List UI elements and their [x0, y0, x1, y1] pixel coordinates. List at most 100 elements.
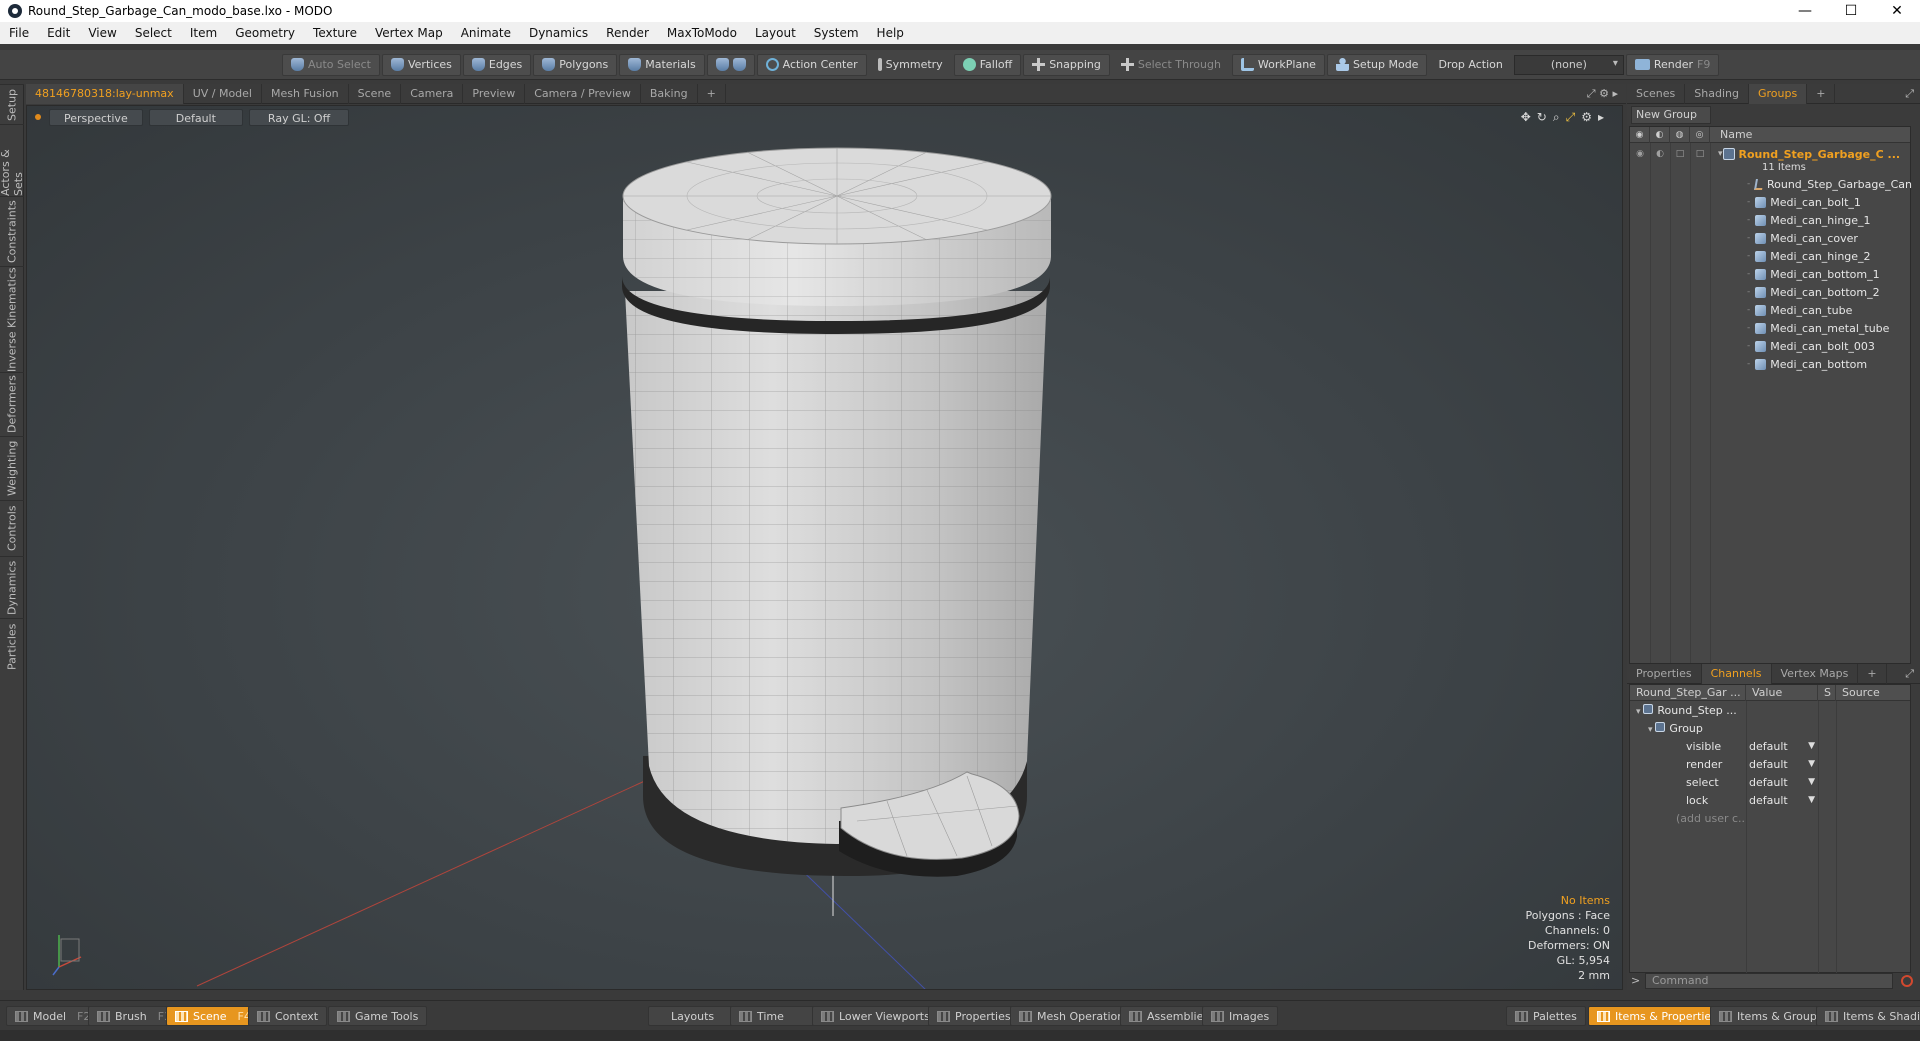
falloff-button[interactable]: Falloff — [953, 53, 1022, 76]
lower-viewports-button[interactable]: Lower Viewports — [812, 1006, 939, 1026]
collapse-icon[interactable]: ▾ — [1636, 707, 1643, 717]
tab-scene[interactable]: Scene — [349, 83, 402, 104]
materials-button[interactable]: Materials — [619, 53, 705, 76]
menu-vertex-map[interactable]: Vertex Map — [366, 22, 452, 44]
tab-dynamics[interactable]: Dynamics — [0, 556, 24, 618]
maximize-button[interactable]: ☐ — [1828, 0, 1874, 22]
tab-baking[interactable]: Baking — [641, 83, 698, 104]
list-item[interactable]: - Medi_can_hinge_1 — [1630, 211, 1912, 229]
action-center-button[interactable]: Action Center — [756, 53, 867, 76]
view-menu-icon[interactable]: ▸ — [1598, 110, 1604, 125]
tab-particles[interactable]: Particles — [0, 618, 24, 674]
tab-preview[interactable]: Preview — [463, 83, 526, 104]
tab-actors-sets[interactable]: Actors & Sets — [0, 124, 25, 196]
symmetry-button[interactable]: Symmetry — [869, 54, 952, 76]
auto-select-button[interactable]: Auto Select — [282, 53, 380, 76]
tab-inverse-kinematics[interactable]: Inverse Kinematics — [0, 266, 24, 372]
snapping-button[interactable]: Snapping — [1023, 53, 1110, 76]
channel-value-dropdown[interactable]: default ▼ — [1746, 776, 1818, 789]
tab-layout-unmax[interactable]: 48146780318:lay-unmax — [26, 83, 184, 104]
layout-model-button[interactable]: Model F2 — [6, 1006, 100, 1026]
tab-groups[interactable]: Groups — [1748, 83, 1808, 104]
channel-root-row[interactable]: ▾ Round_Step ... — [1630, 701, 1910, 719]
layout-scene-button[interactable]: Scene F4 — [166, 1006, 260, 1026]
close-button[interactable]: ✕ — [1874, 0, 1920, 22]
raygl-toggle[interactable]: Ray GL: Off — [248, 108, 350, 126]
viewport-settings-icon[interactable]: ⚙ — [1599, 87, 1609, 100]
new-group-button[interactable]: New Group — [1631, 106, 1711, 124]
render-column-icon[interactable]: ◐ — [1650, 126, 1670, 143]
menu-help[interactable]: Help — [868, 22, 913, 44]
layout-context-button[interactable]: Context — [248, 1006, 328, 1026]
render-button[interactable]: Render F9 — [1625, 53, 1720, 76]
layouts-menu-button[interactable]: Layouts — [648, 1006, 738, 1026]
properties-button[interactable]: Properties — [928, 1006, 1020, 1026]
menu-geometry[interactable]: Geometry — [226, 22, 304, 44]
list-item[interactable]: - Medi_can_bottom — [1630, 355, 1912, 373]
list-item[interactable]: - Round_Step_Garbage_Can — [1630, 175, 1912, 193]
channel-row-lock[interactable]: lock default ▼ — [1630, 791, 1910, 809]
collapse-icon[interactable]: ▾ — [1648, 725, 1655, 735]
tab-scenes[interactable]: Scenes — [1627, 83, 1686, 104]
tab-vertex-maps[interactable]: Vertex Maps — [1772, 663, 1859, 684]
channel-row-render[interactable]: render default ▼ — [1630, 755, 1910, 773]
items-groups-button[interactable]: Items & Groups — [1710, 1006, 1832, 1026]
menu-render[interactable]: Render — [597, 22, 658, 44]
expand-panel-icon[interactable]: ⤢ — [1905, 87, 1914, 101]
items-properties-button[interactable]: Items & Properties — [1588, 1006, 1726, 1026]
viewport-menu-icon[interactable]: ▸ — [1612, 87, 1618, 100]
menu-maxtomodo[interactable]: MaxToModo — [658, 22, 746, 44]
tab-controls[interactable]: Controls — [0, 500, 24, 556]
tab-constraints[interactable]: Constraints — [0, 196, 24, 266]
list-item[interactable]: - Medi_can_metal_tube — [1630, 319, 1912, 337]
selection-mode-buttons[interactable] — [706, 53, 755, 76]
view-settings-icon[interactable]: ⚙ — [1581, 110, 1592, 125]
minimize-button[interactable]: — — [1782, 0, 1828, 22]
fit-icon[interactable]: ⤢ — [1566, 110, 1576, 125]
zoom-icon[interactable]: ⌕ — [1553, 110, 1560, 125]
tab-deformers[interactable]: Deformers — [0, 372, 24, 436]
setup-mode-button[interactable]: Setup Mode — [1326, 53, 1428, 76]
lock-toggle-icon[interactable]: □ — [1670, 149, 1690, 159]
tab-shading[interactable]: Shading — [1685, 83, 1749, 104]
menu-system[interactable]: System — [805, 22, 868, 44]
add-group-tab[interactable]: + — [1807, 83, 1836, 104]
pan-icon[interactable]: ✥ — [1521, 110, 1531, 125]
menu-select[interactable]: Select — [126, 22, 181, 44]
images-button[interactable]: Images — [1202, 1006, 1279, 1026]
list-item[interactable]: - Medi_can_cover — [1630, 229, 1912, 247]
channel-row-visible[interactable]: visible default ▼ — [1630, 737, 1910, 755]
items-shading-button[interactable]: Items & Shading — [1816, 1006, 1920, 1026]
tab-weighting[interactable]: Weighting — [0, 436, 24, 500]
workplane-button[interactable]: WorkPlane — [1231, 53, 1325, 76]
menu-dynamics[interactable]: Dynamics — [520, 22, 597, 44]
command-history-icon[interactable] — [1901, 975, 1913, 987]
lock-column-icon[interactable]: ◍ — [1670, 126, 1690, 143]
maximize-viewport-icon[interactable]: ⤢ — [1587, 87, 1596, 100]
select-through-button[interactable]: Select Through — [1112, 54, 1230, 76]
channel-value-dropdown[interactable]: default ▼ — [1746, 758, 1818, 771]
visibility-column-icon[interactable]: ◉ — [1630, 126, 1650, 143]
command-input[interactable]: Command — [1645, 973, 1893, 989]
tab-camera[interactable]: Camera — [401, 83, 464, 104]
layout-game-tools-button[interactable]: Game Tools — [328, 1006, 428, 1026]
menu-animate[interactable]: Animate — [452, 22, 520, 44]
menu-edit[interactable]: Edit — [38, 22, 79, 44]
list-item[interactable]: - Medi_can_tube — [1630, 301, 1912, 319]
menu-layout[interactable]: Layout — [746, 22, 805, 44]
menu-view[interactable]: View — [79, 22, 125, 44]
edges-button[interactable]: Edges — [462, 53, 532, 76]
tab-properties[interactable]: Properties — [1627, 663, 1702, 684]
list-item[interactable]: - Medi_can_bolt_003 — [1630, 337, 1912, 355]
menu-file[interactable]: File — [0, 22, 38, 44]
tab-setup[interactable]: Setup — [0, 84, 24, 124]
channel-row-select[interactable]: select default ▼ — [1630, 773, 1910, 791]
list-item[interactable]: - Medi_can_hinge_2 — [1630, 247, 1912, 265]
list-item[interactable]: - Medi_can_bottom_1 — [1630, 265, 1912, 283]
select-toggle-icon[interactable]: □ — [1690, 149, 1710, 159]
tab-camera-preview[interactable]: Camera / Preview — [525, 83, 641, 104]
3d-viewport[interactable]: Perspective Default Ray GL: Off ✥ ↻ ⌕ ⤢ … — [26, 105, 1623, 990]
list-item[interactable]: - Medi_can_bottom_2 — [1630, 283, 1912, 301]
menu-item[interactable]: Item — [181, 22, 226, 44]
palettes-button[interactable]: Palettes — [1506, 1006, 1586, 1026]
